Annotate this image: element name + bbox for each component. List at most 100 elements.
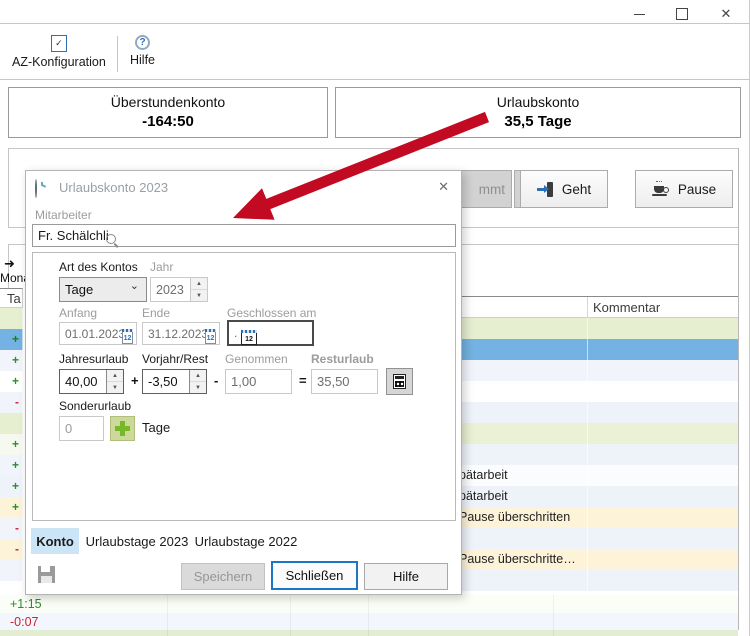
calculator-icon [393,374,406,389]
table-row[interactable] [456,570,739,591]
dialog-close-icon[interactable]: ✕ [438,179,449,195]
table-row-stub[interactable]: - [0,518,23,539]
tag-column-header: Ta [0,288,23,308]
row-comment-text: Pause überschritte… [459,552,576,566]
spin-up-icon[interactable]: ▲ [191,278,207,290]
table-row[interactable]: pätarbeit [456,465,739,486]
hilfe-button[interactable]: Hilfe [364,563,448,590]
time-balance-value: -0:07 [10,615,39,629]
table-row-stub[interactable]: + [0,371,23,392]
tab-konto[interactable]: Konto [31,528,79,554]
jahr-spinner[interactable]: 2023 ▲ ▼ [150,277,208,302]
titlebar-divider [0,23,750,24]
mitarbeiter-input[interactable]: Fr. Schälchli [32,224,456,247]
table-row[interactable] [456,444,739,465]
jahresurlaub-spinner[interactable]: 40,00 ▲ ▼ [59,369,124,394]
plus-icon [115,421,130,436]
spin-down-icon[interactable]: ▼ [191,290,207,301]
table-row-stub[interactable]: + [0,476,23,497]
az-konfiguration-icon: ✓ [51,35,67,52]
vacation-panel: Urlaubskonto 35,5 Tage [335,87,741,138]
tab-urlaubstage-2022[interactable]: Urlaubstage 2022 [193,528,299,554]
table-row-stub[interactable]: + [0,455,23,476]
table-row[interactable] [456,528,739,549]
table-row-stub[interactable]: - [0,392,23,413]
vorjahr-rest-label: Vorjahr/Rest [142,352,208,366]
maximize-button[interactable] [667,4,697,24]
pause-button-label: Pause [678,182,716,197]
time-sign: - [15,542,19,556]
maximize-icon [676,8,688,20]
time-sign: + [12,458,19,472]
mitarbeiter-label: Mitarbeiter [35,208,92,222]
jahr-spin-buttons[interactable]: ▲ ▼ [190,278,207,301]
chevron-down-icon: ⌄ [130,279,139,292]
table-row[interactable]: pätarbeit [456,486,739,507]
table-row[interactable]: -0:07 [0,613,738,630]
pause-button[interactable]: Pause [635,170,733,208]
time-sign: - [15,395,19,409]
time-sign: + [12,437,19,451]
hilfe-toolbar-label: Hilfe [130,53,155,67]
genommen-input: 1,00 [225,369,292,394]
close-button[interactable]: ✕ [711,4,741,24]
geht-button[interactable]: Geht [520,170,608,208]
table-row[interactable] [0,630,738,636]
save-icon-button[interactable] [34,561,58,587]
calendar-icon[interactable]: 12 [205,329,216,344]
clock-icon [35,179,37,198]
time-sign: + [12,353,19,367]
calendar-icon[interactable]: 12 [122,329,133,344]
sonderurlaub-input[interactable]: 0 [59,416,104,441]
table-row[interactable] [456,423,739,444]
hilfe-toolbar-button[interactable]: ? Hilfe [124,33,161,69]
geschlossen-am-date-input[interactable]: . . 12 [227,320,314,346]
jahresurlaub-spin-buttons[interactable]: ▲ ▼ [106,370,123,393]
resturlaub-label: Resturlaub [311,352,374,366]
app-window: ✕ ✓ AZ-Konfiguration ? Hilfe Überstunden… [0,0,750,636]
anfang-date-input[interactable]: 01.01.2023 12 [59,322,137,345]
schliessen-button[interactable]: Schließen [271,561,358,590]
anfang-label: Anfang [59,306,97,320]
art-des-kontos-select[interactable]: Tage ⌄ [59,277,147,302]
next-month-arrow-icon[interactable]: ➜ [4,256,15,272]
table-row-stub[interactable]: + [0,434,23,455]
table-row[interactable] [456,339,739,360]
add-sonderurlaub-button[interactable] [110,416,135,441]
tab-urlaubstage-2023[interactable]: Urlaubstage 2023 [84,528,190,554]
table-row-stub[interactable]: + [0,329,23,350]
row-comment-text: pätarbeit [459,468,508,482]
formula-minus-sign: - [214,373,218,388]
table-row[interactable]: Pause überschritten [456,507,739,528]
overtime-panel: Überstundenkonto -164:50 [8,87,328,138]
table-row-stub[interactable]: - [0,539,23,560]
table-row-stub[interactable] [0,308,23,329]
table-row[interactable] [456,318,739,339]
table-row[interactable] [456,360,739,381]
kommt-button-label: mmt [479,182,505,197]
table-row-stub[interactable]: + [0,497,23,518]
az-konfiguration-label: AZ-Konfiguration [12,55,106,69]
table-row-stub[interactable] [0,581,23,595]
calculate-button[interactable] [386,368,413,395]
calendar-icon[interactable]: 12 [241,330,257,345]
art-des-kontos-label: Art des Kontos [59,260,138,274]
minimize-button[interactable] [624,4,654,24]
search-icon[interactable] [105,233,119,247]
ende-date-input[interactable]: 31.12.2023 12 [142,322,220,345]
geschlossen-am-label: Geschlossen am [227,306,316,320]
az-konfiguration-button[interactable]: ✓ AZ-Konfiguration [6,33,112,71]
table-row-stub[interactable]: + [0,350,23,371]
table-row[interactable] [456,381,739,402]
minimize-icon [634,14,645,15]
row-comment-text: Pause überschritten [459,510,570,524]
vorjahr-rest-spinner[interactable]: -3,50 ▲ ▼ [142,369,207,394]
table-row[interactable]: Pause überschritte… [456,549,739,570]
table-row-stub[interactable] [0,560,23,581]
table-row-stub[interactable] [0,413,23,434]
table-row[interactable]: +1:15 [0,595,738,613]
jahresurlaub-label: Jahresurlaub [59,352,128,366]
table-row[interactable] [456,402,739,423]
coffee-cup-icon [652,181,670,197]
vorjahr-spin-buttons[interactable]: ▲ ▼ [189,370,206,393]
